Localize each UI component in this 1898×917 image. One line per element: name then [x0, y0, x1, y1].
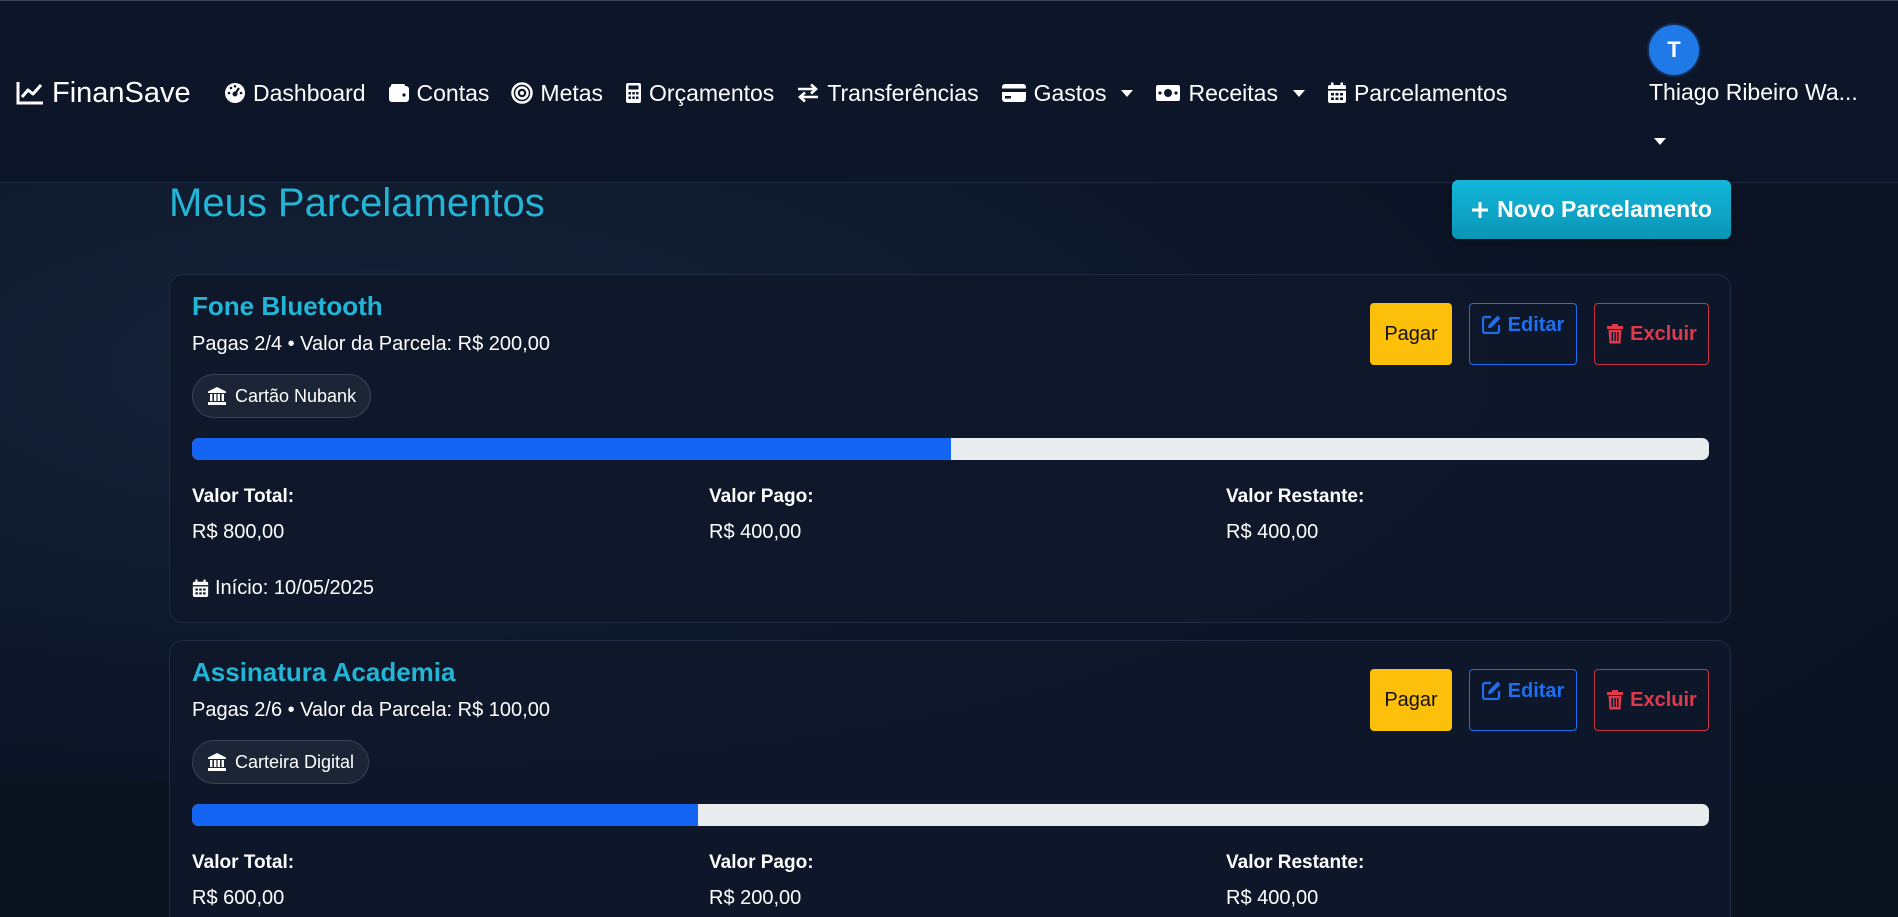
delete-button[interactable]: Excluir	[1594, 669, 1709, 731]
user-avatar[interactable]: T	[1649, 25, 1699, 75]
bank-icon	[208, 387, 226, 405]
calculator-icon	[626, 83, 642, 103]
stat-total-value: R$ 600,00	[192, 887, 285, 909]
nav-item-parcelamentos[interactable]: Parcelamentos	[1327, 80, 1507, 107]
new-installment-label: Novo Parcelamento	[1497, 196, 1712, 222]
installment-title: Assinatura Academia	[192, 657, 456, 687]
plus-icon	[1472, 201, 1489, 218]
start-date-text: Início: 10/05/2025	[215, 577, 375, 599]
stat-remaining-label: Valor Restante:	[1226, 486, 1365, 507]
calendar-icon	[192, 579, 209, 597]
edit-label: Editar	[1507, 680, 1565, 702]
stat-paid-value: R$ 400,00	[709, 521, 802, 543]
progress-fill	[192, 438, 951, 460]
nav-label: Transferências	[827, 79, 979, 106]
top-navbar: FinanSave Dashboard Contas Metas Orçamen…	[0, 0, 1898, 183]
start-date: Início: 10/05/2025	[192, 577, 374, 600]
exchange-icon	[798, 83, 819, 103]
delete-button[interactable]: Excluir	[1594, 303, 1709, 365]
nav-label: Parcelamentos	[1353, 79, 1508, 106]
credit-card-icon	[1001, 84, 1026, 102]
account-name: Cartão Nubank	[235, 385, 357, 406]
stat-remaining: Valor Restante: R$ 400,00	[1226, 486, 1364, 544]
nav-item-transferencias[interactable]: Transferências	[796, 79, 979, 107]
delete-label: Excluir	[1630, 688, 1697, 711]
nav-item-orcamentos[interactable]: Orçamentos	[625, 80, 774, 107]
new-installment-button[interactable]: Novo Parcelamento	[1452, 180, 1731, 239]
stat-paid-label: Valor Pago:	[709, 852, 814, 873]
stat-remaining-label: Valor Restante:	[1226, 852, 1365, 873]
edit-label: Editar	[1507, 314, 1565, 336]
trash-icon	[1607, 690, 1624, 710]
account-badge: Carteira Digital	[192, 740, 370, 784]
stat-paid: Valor Pago: R$ 200,00	[709, 852, 814, 910]
target-icon	[511, 82, 534, 104]
chevron-down-icon	[1121, 89, 1134, 97]
stat-total-label: Valor Total:	[192, 486, 295, 507]
chevron-down-icon	[1292, 89, 1305, 97]
stat-remaining-value: R$ 400,00	[1226, 887, 1319, 909]
calendar-icon	[1327, 82, 1346, 103]
nav-menu: Dashboard Contas Metas Orçamentos Transf…	[224, 75, 1529, 111]
nav-label: Dashboard	[253, 79, 366, 106]
installment-progress-bar	[192, 804, 1709, 826]
brand-name: FinanSave	[52, 76, 191, 109]
user-menu-chevron-down-icon[interactable]	[1654, 138, 1666, 145]
pay-button[interactable]: Pagar	[1370, 303, 1452, 365]
nav-item-dashboard[interactable]: Dashboard	[224, 80, 366, 107]
nav-label: Receitas	[1188, 79, 1278, 106]
stat-total: Valor Total: R$ 600,00	[192, 852, 294, 910]
pay-label: Pagar	[1384, 688, 1438, 711]
edit-button[interactable]: Editar	[1469, 303, 1577, 365]
stat-paid: Valor Pago: R$ 400,00	[709, 486, 814, 544]
installment-card: Assinatura Academia Pagas 2/6 • Valor da…	[169, 640, 1731, 917]
installment-card: Fone Bluetooth Pagas 2/4 • Valor da Parc…	[169, 274, 1731, 623]
user-name[interactable]: Thiago Ribeiro Wa...	[1649, 79, 1879, 106]
nav-label: Orçamentos	[649, 79, 775, 106]
edit-icon	[1481, 681, 1501, 700]
pay-label: Pagar	[1384, 322, 1438, 345]
progress-fill	[192, 804, 698, 826]
nav-label: Contas	[416, 79, 490, 106]
page-title: Meus Parcelamentos	[169, 181, 545, 225]
trash-icon	[1607, 324, 1624, 344]
nav-item-receitas[interactable]: Receitas	[1155, 79, 1305, 107]
edit-icon	[1481, 315, 1501, 334]
chart-line-icon	[16, 82, 43, 105]
installment-summary: Pagas 2/6 • Valor da Parcela: R$ 100,00	[192, 699, 550, 721]
money-bill-icon	[1156, 85, 1181, 101]
installment-summary: Pagas 2/4 • Valor da Parcela: R$ 200,00	[192, 333, 550, 355]
nav-label: Metas	[540, 79, 604, 106]
stat-total-value: R$ 800,00	[192, 521, 285, 543]
nav-item-metas[interactable]: Metas	[511, 80, 603, 107]
delete-label: Excluir	[1630, 322, 1697, 345]
nav-item-contas[interactable]: Contas	[388, 79, 490, 107]
nav-item-gastos[interactable]: Gastos	[1001, 80, 1134, 107]
stat-remaining: Valor Restante: R$ 400,00	[1226, 852, 1364, 910]
pay-button[interactable]: Pagar	[1370, 669, 1452, 731]
bank-icon	[208, 753, 226, 771]
wallet-icon	[388, 84, 409, 102]
stat-total-label: Valor Total:	[192, 852, 295, 873]
stat-total: Valor Total: R$ 800,00	[192, 486, 294, 544]
stat-remaining-value: R$ 400,00	[1226, 521, 1319, 543]
account-badge: Cartão Nubank	[192, 374, 372, 418]
installment-title: Fone Bluetooth	[192, 291, 383, 321]
stat-paid-label: Valor Pago:	[709, 486, 814, 507]
gauge-icon	[225, 83, 245, 103]
nav-label: Gastos	[1033, 79, 1107, 106]
edit-button[interactable]: Editar	[1469, 669, 1577, 731]
installment-progress-bar	[192, 438, 1709, 460]
stat-paid-value: R$ 200,00	[709, 887, 802, 909]
brand-link[interactable]: FinanSave	[16, 75, 191, 111]
account-name: Carteira Digital	[235, 751, 355, 772]
